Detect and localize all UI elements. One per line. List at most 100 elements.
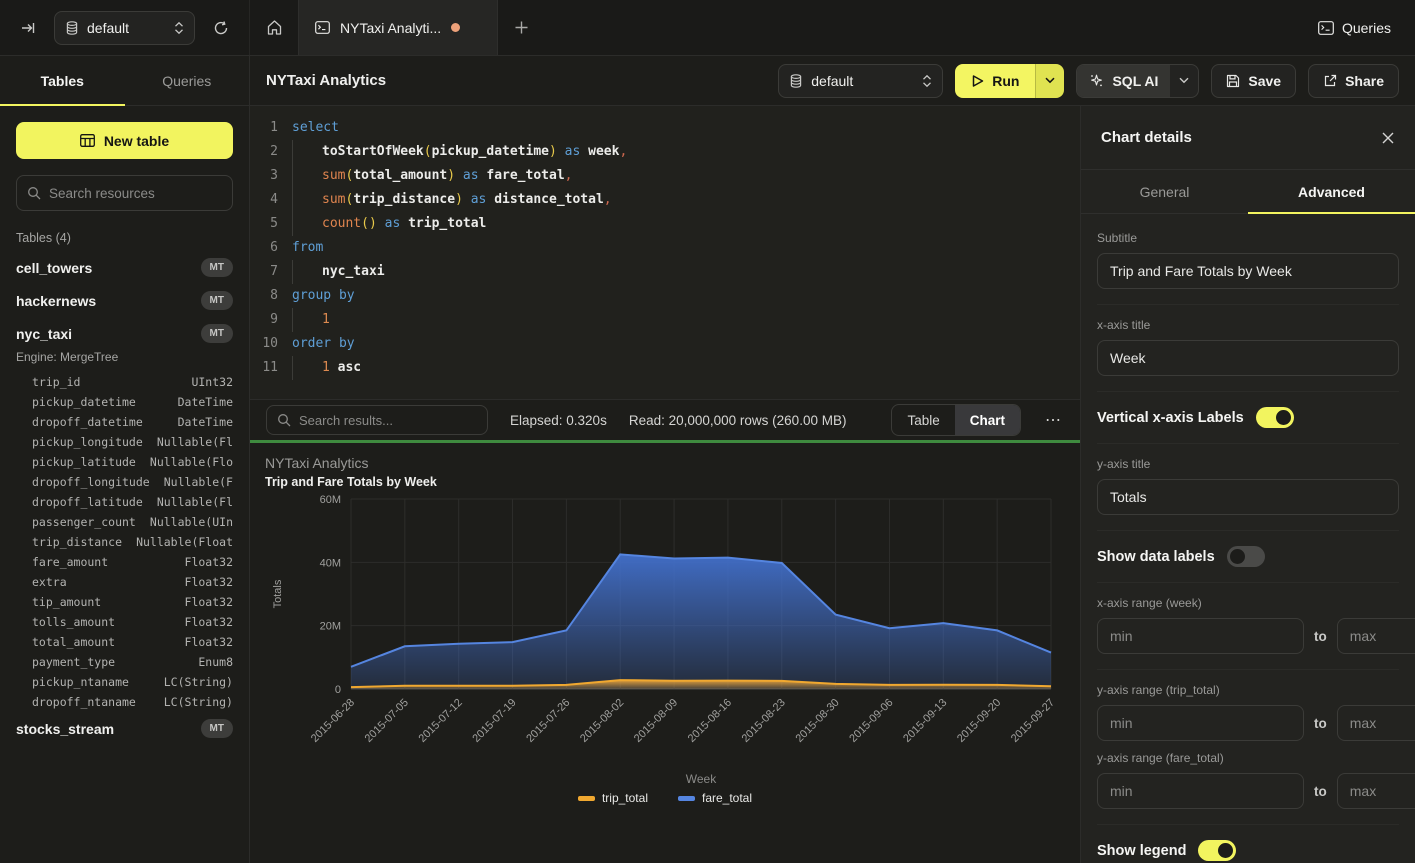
editor-tab[interactable]: NYTaxi Analyti...: [298, 0, 498, 55]
results-search-input[interactable]: [299, 413, 477, 428]
chart-title: NYTaxi Analytics: [265, 455, 1065, 471]
column-row[interactable]: passenger_countNullable(UIn: [0, 512, 249, 532]
results-chart-svg[interactable]: 020M40M60M2015-06-282015-07-052015-07-12…: [265, 489, 1065, 789]
home-button[interactable]: [250, 0, 298, 55]
svg-text:Week: Week: [686, 772, 717, 786]
code-line[interactable]: 5count() as trip_total: [250, 212, 1080, 236]
column-row[interactable]: dropoff_longitudeNullable(F: [0, 472, 249, 492]
toolbar-database-selector[interactable]: default: [778, 64, 943, 98]
new-table-label: New table: [104, 133, 169, 149]
topbar-left: default: [0, 0, 250, 55]
column-row[interactable]: dropoff_latitudeNullable(Fl: [0, 492, 249, 512]
panel-tab-advanced[interactable]: Advanced: [1248, 170, 1415, 213]
column-row[interactable]: tip_amountFloat32: [0, 592, 249, 612]
table-item-nyc_taxi[interactable]: nyc_taxiMT: [0, 317, 249, 350]
run-button[interactable]: Run: [955, 64, 1064, 98]
yaxis-range-fare-min-input[interactable]: [1097, 773, 1304, 809]
sql-ai-button[interactable]: SQL AI: [1076, 64, 1199, 98]
new-table-button[interactable]: New table: [16, 122, 233, 159]
column-type: Float32: [185, 555, 233, 569]
sql-ai-label: SQL AI: [1112, 73, 1158, 89]
line-number: 8: [250, 284, 292, 308]
run-options-caret[interactable]: [1035, 64, 1064, 98]
line-number: 6: [250, 236, 292, 260]
code-line[interactable]: 91: [250, 308, 1080, 332]
code-line[interactable]: 4sum(trip_distance) as distance_total,: [250, 188, 1080, 212]
column-row[interactable]: pickup_ntanameLC(String): [0, 672, 249, 692]
code-line[interactable]: 7nyc_taxi: [250, 260, 1080, 284]
engine-badge: MT: [201, 719, 233, 738]
code-line[interactable]: 6from: [250, 236, 1080, 260]
code-line[interactable]: 2toStartOfWeek(pickup_datetime) as week,: [250, 140, 1080, 164]
xaxis-title-input[interactable]: [1097, 340, 1399, 376]
column-row[interactable]: fare_amountFloat32: [0, 552, 249, 572]
column-row[interactable]: trip_distanceNullable(Float: [0, 532, 249, 552]
xaxis-range-min-input[interactable]: [1097, 618, 1304, 654]
panel-tab-general[interactable]: General: [1081, 170, 1248, 213]
column-row[interactable]: payment_typeEnum8: [0, 652, 249, 672]
unsaved-dot-icon: [451, 23, 460, 32]
svg-text:20M: 20M: [320, 621, 341, 633]
column-row[interactable]: pickup_latitudeNullable(Flo: [0, 452, 249, 472]
sidebar-search-input[interactable]: [49, 186, 222, 201]
table-item-stocks_stream[interactable]: stocks_streamMT: [0, 712, 249, 745]
column-row[interactable]: trip_idUInt32: [0, 372, 249, 392]
column-row[interactable]: tolls_amountFloat32: [0, 612, 249, 632]
new-tab-button[interactable]: [498, 0, 544, 55]
sql-editor[interactable]: 1select2toStartOfWeek(pickup_datetime) a…: [250, 106, 1080, 400]
table-item-hackernews[interactable]: hackernewsMT: [0, 284, 249, 317]
legend-label: fare_total: [702, 791, 752, 805]
data-labels-toggle[interactable]: [1227, 546, 1265, 567]
yaxis-range-trip-min-input[interactable]: [1097, 705, 1304, 741]
svg-text:2015-08-30: 2015-08-30: [793, 697, 841, 745]
code-line[interactable]: 10order by: [250, 332, 1080, 356]
column-row[interactable]: extraFloat32: [0, 572, 249, 592]
close-icon[interactable]: [1381, 131, 1395, 145]
show-legend-toggle[interactable]: [1198, 840, 1236, 861]
chart-subtitle: Trip and Fare Totals by Week: [265, 475, 1065, 489]
refresh-icon[interactable]: [205, 12, 237, 44]
data-labels-label: Show data labels: [1097, 549, 1215, 565]
save-icon: [1226, 74, 1240, 88]
column-type: Float32: [185, 635, 233, 649]
sidebar-tab-queries[interactable]: Queries: [125, 56, 250, 105]
column-name: total_amount: [32, 635, 115, 649]
legend-item-trip_total[interactable]: trip_total: [578, 791, 648, 805]
column-row[interactable]: dropoff_datetimeDateTime: [0, 412, 249, 432]
queries-button[interactable]: Queries: [1294, 0, 1415, 55]
column-row[interactable]: total_amount Float32: [0, 632, 249, 652]
subtitle-input[interactable]: [1097, 253, 1399, 289]
column-row[interactable]: dropoff_ntanameLC(String): [0, 692, 249, 712]
database-selector[interactable]: default: [54, 11, 195, 45]
view-toggle-chart[interactable]: Chart: [955, 405, 1020, 435]
svg-text:2015-07-19: 2015-07-19: [470, 697, 518, 745]
sidebar-search[interactable]: [16, 175, 233, 211]
code-line[interactable]: 1select: [250, 116, 1080, 140]
save-button[interactable]: Save: [1211, 64, 1296, 98]
engine-badge: MT: [201, 258, 233, 277]
sidebar-tab-tables[interactable]: Tables: [0, 56, 125, 105]
collapse-sidebar-icon[interactable]: [12, 12, 44, 44]
column-row[interactable]: pickup_datetimeDateTime: [0, 392, 249, 412]
column-name: trip_distance: [32, 535, 122, 549]
share-button[interactable]: Share: [1308, 64, 1399, 98]
yaxis-range-trip-max-input[interactable]: [1337, 705, 1415, 741]
svg-text:Totals: Totals: [272, 579, 284, 608]
legend-item-fare_total[interactable]: fare_total: [678, 791, 752, 805]
xaxis-range-max-input[interactable]: [1337, 618, 1415, 654]
sql-ai-caret[interactable]: [1170, 65, 1198, 97]
code-line[interactable]: 111 asc: [250, 356, 1080, 380]
more-options-icon[interactable]: ⋯: [1043, 410, 1064, 430]
view-toggle-table[interactable]: Table: [892, 405, 954, 435]
column-row[interactable]: pickup_longitudeNullable(Fl: [0, 432, 249, 452]
yaxis-title-input[interactable]: [1097, 479, 1399, 515]
vertical-labels-toggle[interactable]: [1256, 407, 1294, 428]
column-name: payment_type: [32, 655, 115, 669]
table-item-cell_towers[interactable]: cell_towersMT: [0, 251, 249, 284]
results-search[interactable]: [266, 405, 488, 435]
subtitle-label: Subtitle: [1097, 231, 1399, 245]
code-line[interactable]: 3sum(total_amount) as fare_total,: [250, 164, 1080, 188]
code-line[interactable]: 8group by: [250, 284, 1080, 308]
yaxis-range-fare-max-input[interactable]: [1337, 773, 1415, 809]
database-icon: [65, 21, 79, 35]
